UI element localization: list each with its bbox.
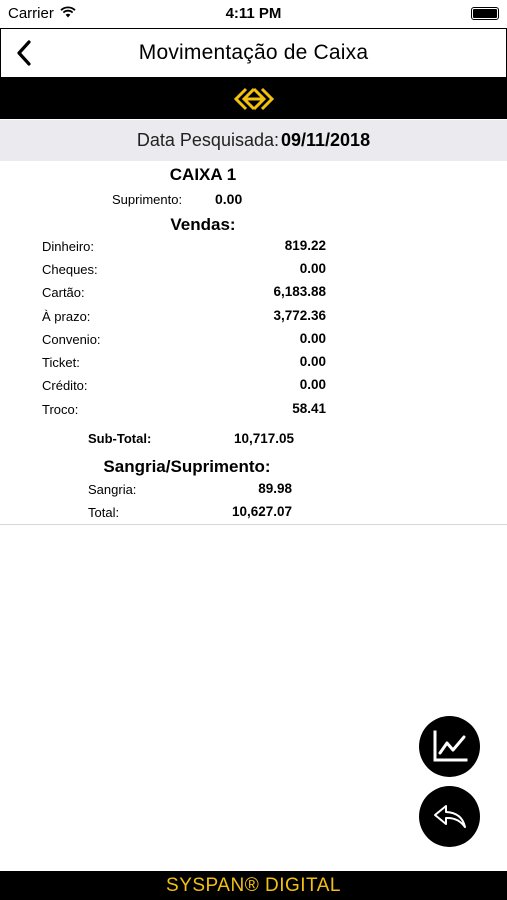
- row-value: 89.98: [258, 481, 292, 496]
- vendas-row-cheques: Cheques: 0.00: [42, 260, 326, 280]
- clock: 4:11 PM: [225, 5, 282, 22]
- status-bar: Carrier 4:11 PM: [0, 0, 507, 28]
- row-value: 58.41: [292, 401, 326, 416]
- row-value: 10,627.07: [231, 504, 292, 519]
- row-value: 0.00: [299, 354, 326, 369]
- row-value: 819.22: [284, 238, 326, 253]
- row-label: Dinheiro:: [42, 239, 95, 254]
- subtotal-label: Sub-Total:: [88, 431, 152, 446]
- chart-button[interactable]: [419, 716, 480, 777]
- vendas-row-a-prazo: À prazo: 3,772.36: [42, 307, 326, 327]
- caixa-title: CAIXA 1: [169, 165, 237, 184]
- sangria-row: Sangria: 89.98: [88, 480, 292, 500]
- row-label: Ticket:: [42, 355, 80, 370]
- total-row: Total: 10,627.07: [88, 503, 292, 523]
- line-chart-icon: [433, 730, 467, 761]
- row-label: Convenio:: [42, 332, 101, 347]
- row-value: 0.00: [299, 377, 326, 392]
- suprimento-value: 0.00: [215, 191, 243, 207]
- row-label: Crédito:: [42, 378, 88, 393]
- footer-brand-text: SYSPAN® DIGITAL: [166, 874, 341, 896]
- battery-icon: [471, 7, 499, 20]
- vendas-row-credito: Crédito: 0.00: [42, 376, 326, 396]
- battery-level: [473, 9, 497, 18]
- date-label: Data Pesquisada:: [136, 130, 279, 150]
- search-date-row: Data Pesquisada: 09/11/2018: [0, 120, 507, 161]
- row-label: Cheques:: [42, 262, 98, 277]
- reply-button[interactable]: [419, 786, 480, 847]
- vendas-row-convenio: Convenio: 0.00: [42, 330, 326, 350]
- cash-report: CAIXA 1 Suprimento: 0.00 Vendas: Dinheir…: [0, 161, 507, 525]
- row-label: Sangria:: [88, 482, 137, 497]
- sangria-title: Sangria/Suprimento:: [103, 457, 271, 476]
- brand-strip: [0, 78, 507, 119]
- row-label: À prazo:: [42, 309, 91, 324]
- page-title: Movimentação de Caixa: [138, 41, 369, 64]
- subtotal-value: 10,717.05: [233, 431, 294, 446]
- vendas-row-dinheiro: Dinheiro: 819.22: [42, 237, 326, 257]
- row-value: 0.00: [299, 331, 326, 346]
- date-value: 09/11/2018: [280, 130, 371, 150]
- syspan-logo: [233, 87, 274, 110]
- row-label: Troco:: [42, 402, 79, 417]
- vendas-title: Vendas:: [170, 215, 236, 234]
- navigation-bar: Movimentação de Caixa: [0, 28, 507, 78]
- suprimento-label: Suprimento:: [112, 192, 183, 207]
- vendas-row-ticket: Ticket: 0.00: [42, 353, 326, 373]
- vendas-row-cartao: Cartão: 6,183.88: [42, 283, 326, 303]
- reply-icon: [433, 804, 466, 828]
- footer-brand: SYSPAN® DIGITAL: [0, 871, 507, 900]
- row-value: 0.00: [299, 261, 326, 276]
- row-label: Cartão:: [42, 285, 85, 300]
- vendas-row-troco: Troco: 58.41: [42, 400, 326, 420]
- row-label: Total:: [88, 505, 120, 520]
- row-value: 6,183.88: [273, 284, 326, 299]
- row-value: 3,772.36: [273, 308, 326, 323]
